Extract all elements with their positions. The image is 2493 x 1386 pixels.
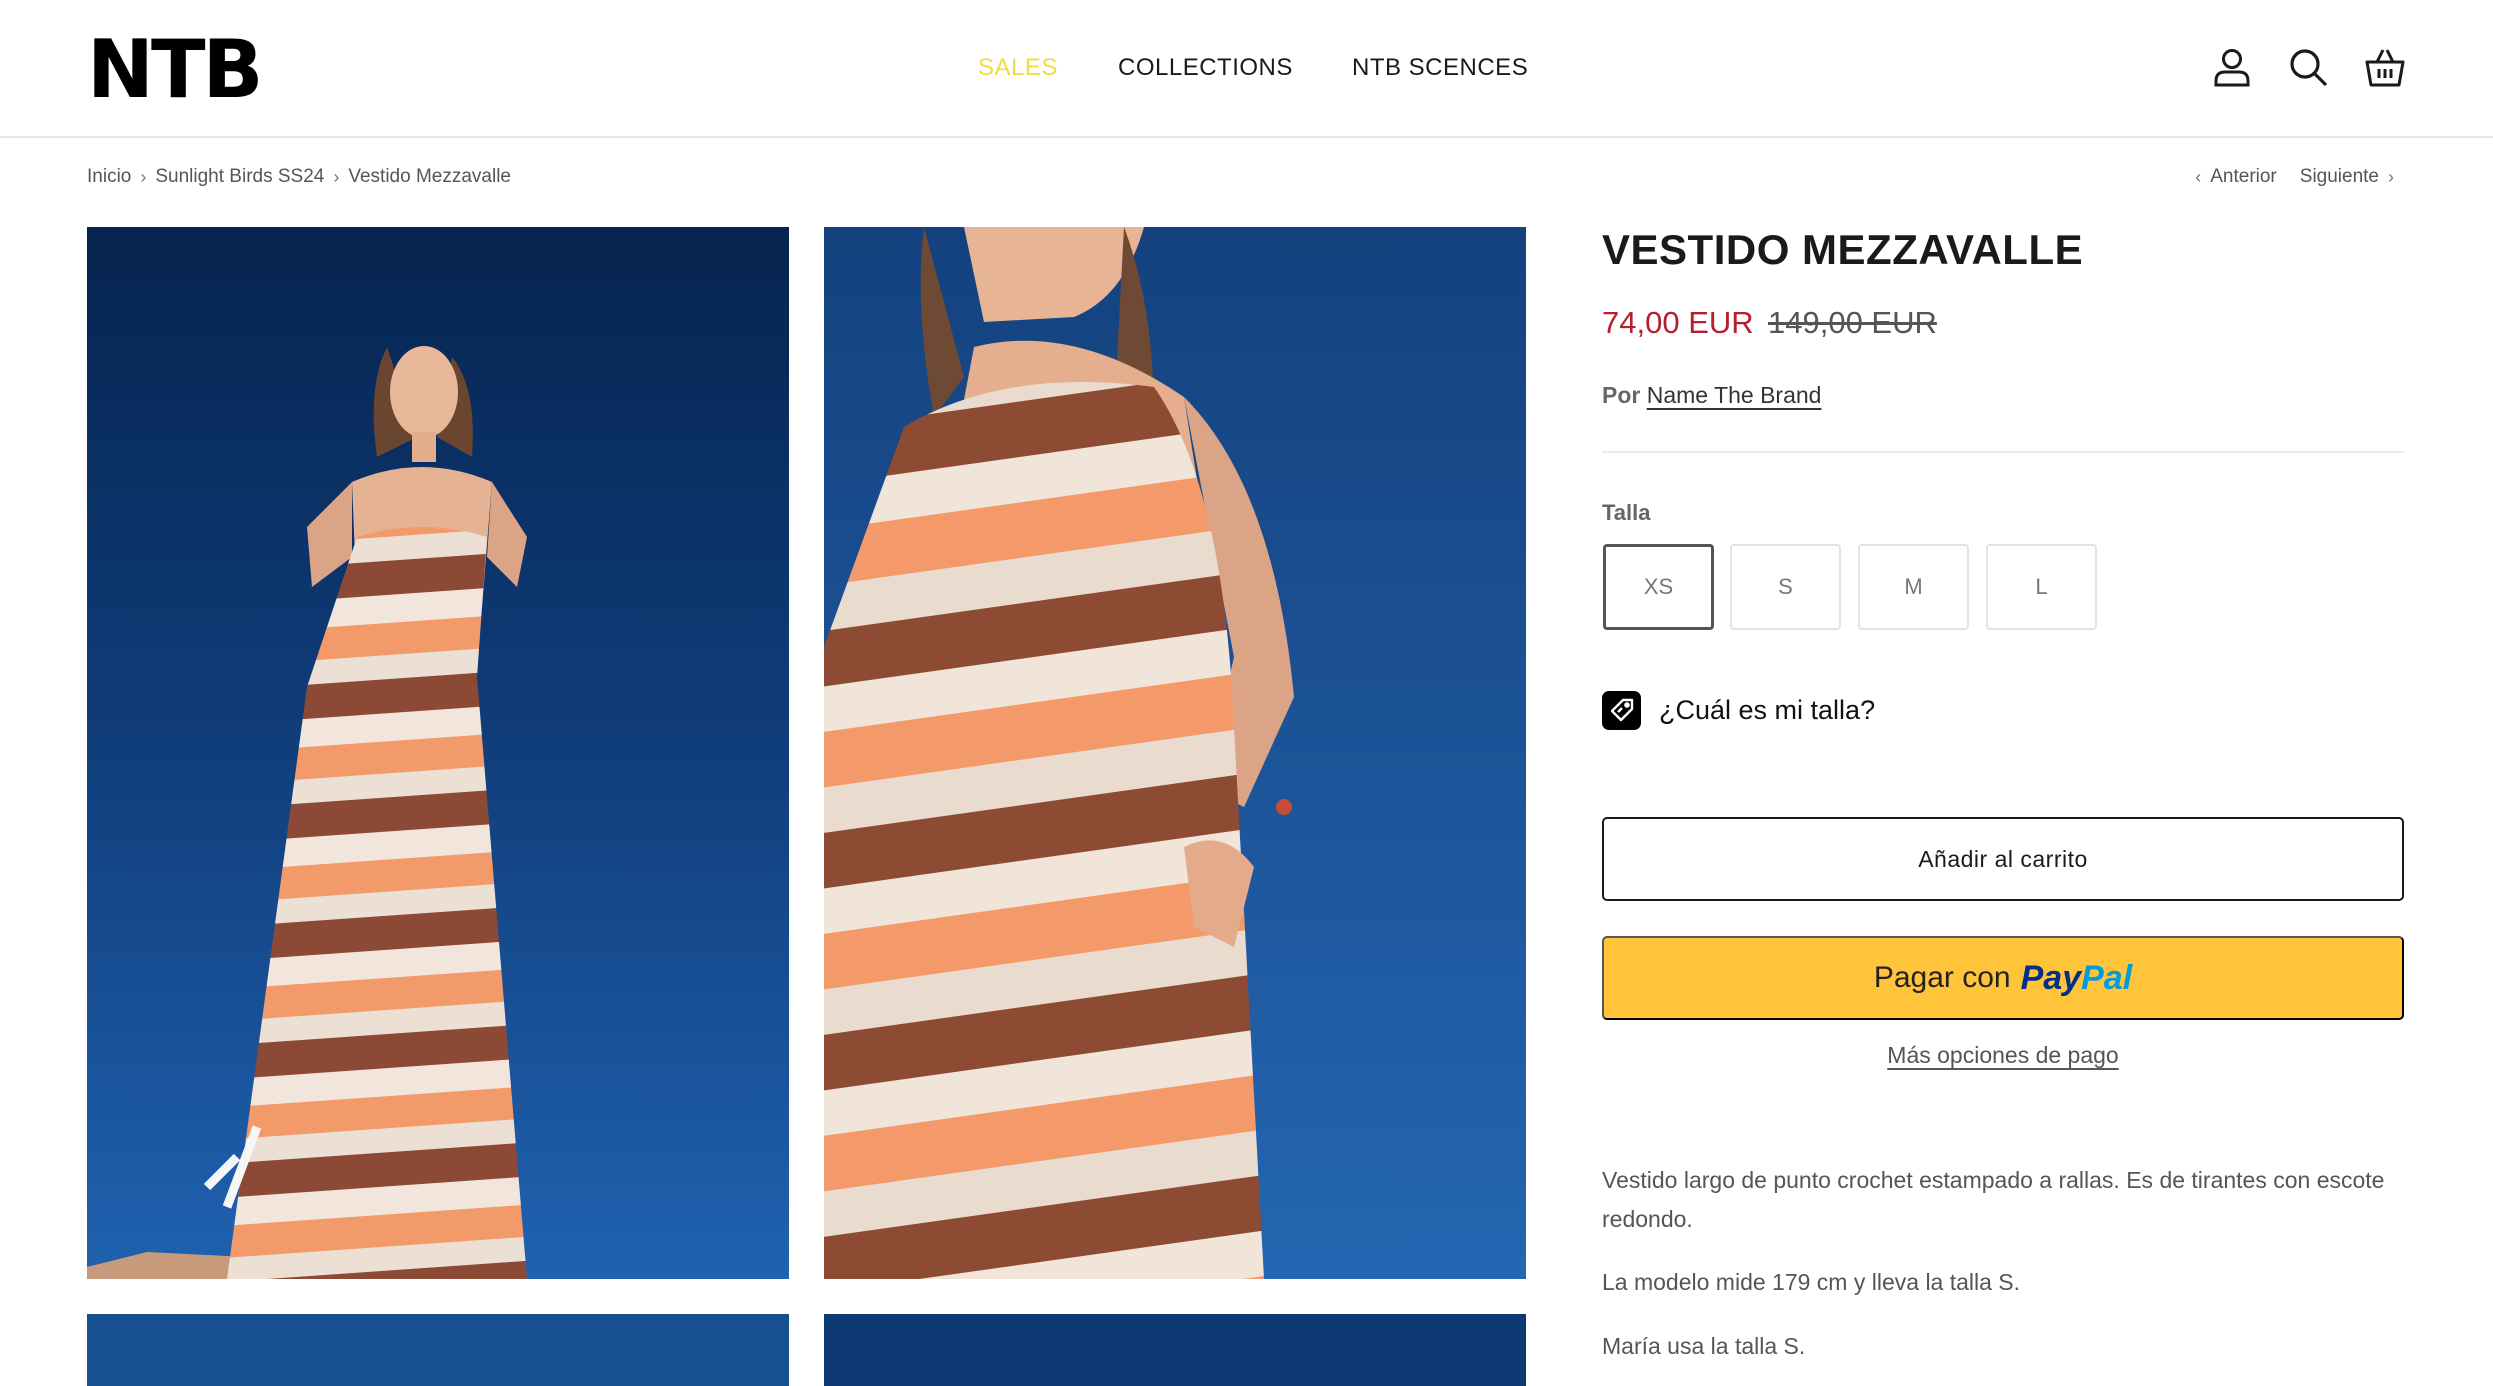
description-paragraph: La modelo mide 179 cm y lleva la talla S… <box>1602 1269 2021 1295</box>
product-pager: ‹ Anterior Siguiente › <box>2186 165 2403 189</box>
size-option-l[interactable]: L <box>1986 544 2097 630</box>
compare-at-price: 149,00 EUR <box>1768 305 1937 340</box>
chevron-right-icon: › <box>333 166 340 187</box>
breadcrumb: Inicio › Sunlight Birds SS24 › Vestido M… <box>87 165 511 189</box>
next-product-link[interactable]: Siguiente <box>2300 166 2379 188</box>
breadcrumb-collection[interactable]: Sunlight Birds SS24 <box>155 166 324 188</box>
divider <box>1602 451 2404 453</box>
paypal-logo-pal: Pal <box>2081 958 2133 997</box>
site-header: NTB SALES COLLECTIONS NTB SCENCES <box>0 0 2493 138</box>
size-label: Talla <box>1602 500 1651 525</box>
search-icon[interactable] <box>2287 46 2329 88</box>
previous-product-link[interactable]: Anterior <box>2210 166 2277 188</box>
vendor-link[interactable]: Name The Brand <box>1647 382 1822 408</box>
chevron-right-icon: › <box>2388 166 2394 187</box>
cart-icon[interactable] <box>2364 46 2406 88</box>
breadcrumb-home[interactable]: Inicio <box>87 166 131 188</box>
paypal-prefix: Pagar con <box>1873 961 2011 994</box>
chevron-left-icon: ‹ <box>2195 166 2202 187</box>
chevron-right-icon: › <box>140 166 147 187</box>
more-payment-options-link[interactable]: Más opciones de pago <box>1602 1042 2404 1069</box>
vendor-line: Por Name The Brand <box>1602 382 1821 409</box>
add-to-cart-button[interactable]: Añadir al carrito <box>1602 817 2404 901</box>
size-guide-link[interactable]: ¿Cuál es mi talla? <box>1602 690 1875 730</box>
main-nav: SALES COLLECTIONS NTB SCENCES <box>0 52 2493 84</box>
paypal-logo-pay: Pay <box>2020 958 2082 997</box>
account-icon[interactable] <box>2211 46 2253 88</box>
breadcrumb-current: Vestido Mezzavalle <box>348 166 512 187</box>
size-guide-label: ¿Cuál es mi talla? <box>1659 694 1876 725</box>
size-option-s[interactable]: S <box>1730 544 1841 630</box>
paypal-button[interactable]: Pagar con Pay Pal <box>1602 936 2404 1020</box>
vendor-prefix: Por <box>1602 382 1641 408</box>
product-title: VESTIDO MEZZAVALLE <box>1602 226 2084 273</box>
product-image-3[interactable] <box>87 1314 789 1386</box>
product-image-4[interactable] <box>824 1314 1526 1386</box>
size-option-m[interactable]: M <box>1858 544 1969 630</box>
size-option-xs[interactable]: XS <box>1603 544 1714 630</box>
tag-icon <box>1602 690 1641 730</box>
product-image-1[interactable] <box>87 227 789 1279</box>
description-paragraph: Vestido largo de punto crochet estampado… <box>1602 1167 2385 1232</box>
sale-price: 74,00 EUR <box>1602 305 1754 340</box>
nav-item-sales[interactable]: SALES <box>978 52 1058 84</box>
nav-item-ntb-scences[interactable]: NTB SCENCES <box>1352 52 1528 84</box>
nav-item-collections[interactable]: COLLECTIONS <box>1118 52 1293 84</box>
description-paragraph: María usa la talla S. <box>1602 1333 1806 1359</box>
product-image-2[interactable] <box>824 227 1526 1279</box>
